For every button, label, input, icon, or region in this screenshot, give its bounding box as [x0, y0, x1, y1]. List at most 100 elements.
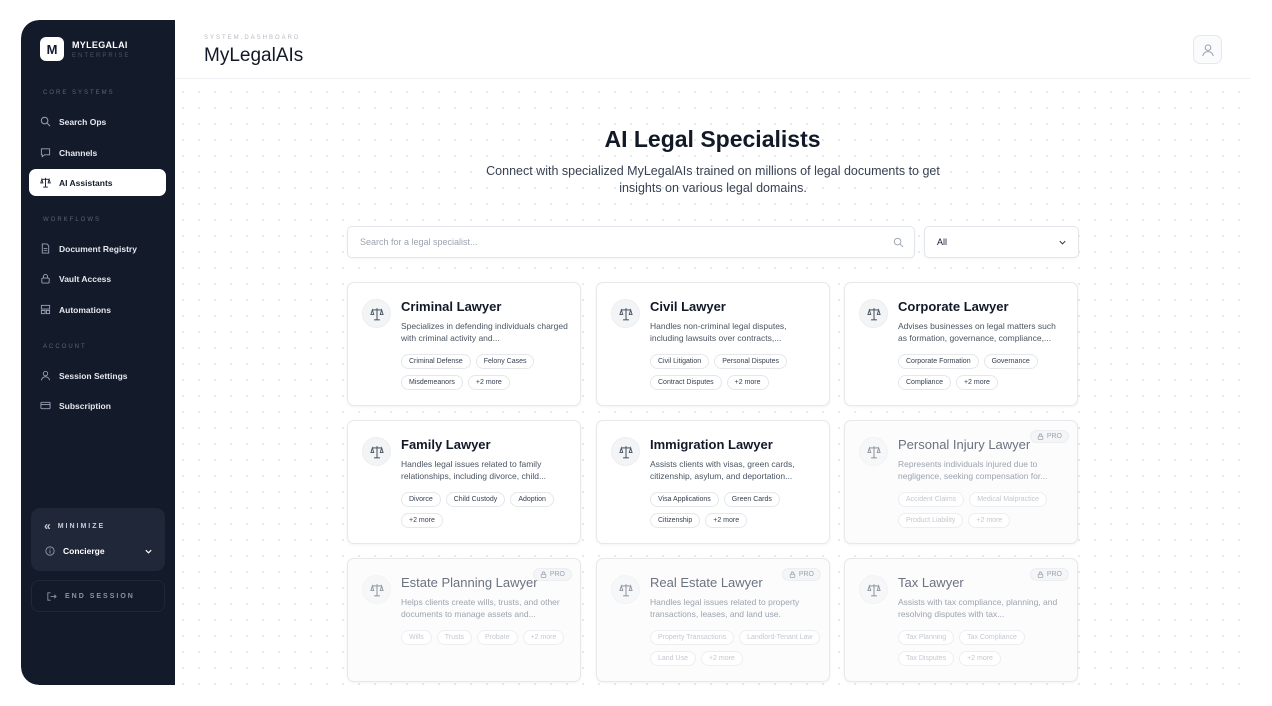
scales-icon: [618, 307, 633, 320]
section-label-core: CORE SYSTEMS: [43, 90, 115, 96]
specialist-card[interactable]: Civil Lawyer Handles non-criminal legal d…: [596, 282, 830, 406]
specialty-tag: Tax Disputes: [898, 651, 955, 666]
specialist-title: Civil Lawyer: [650, 299, 726, 314]
specialty-tag: Personal Disputes: [714, 354, 787, 369]
specialty-tag: Visa Applications: [650, 492, 719, 507]
scales-icon: [866, 307, 881, 320]
end-session-button[interactable]: END SESSION: [31, 580, 165, 612]
search-box: [347, 226, 915, 258]
sidebar-item-channels[interactable]: Channels: [29, 139, 166, 166]
specialist-card[interactable]: Personal Injury Lawyer Represents individ…: [844, 420, 1078, 544]
pro-badge-label: PRO: [798, 571, 814, 578]
user-menu-button[interactable]: [1193, 35, 1222, 64]
sidebar-item-label: Session Settings: [59, 370, 128, 381]
specialist-card[interactable]: Immigration Lawyer Assists clients with v…: [596, 420, 830, 544]
specialty-tags: Corporate Formation Governance Compliance +…: [898, 354, 1073, 390]
category-filter-select[interactable]: All: [924, 226, 1079, 258]
lock-icon: [540, 571, 547, 578]
specialist-icon: [611, 437, 640, 466]
minimize-label: MINIMIZE: [57, 522, 106, 530]
specialist-description: Handles legal issues related to family r…: [401, 459, 547, 481]
specialty-tag: Tax Planning: [898, 630, 955, 645]
scales-icon: [618, 583, 633, 596]
specialist-description: Helps clients create wills, trusts, and …: [401, 597, 560, 619]
concierge-selector[interactable]: Concierge: [45, 546, 153, 556]
specialty-tag: Tax Compliance: [959, 630, 1025, 645]
sidebar-item-subscription[interactable]: Subscription: [29, 392, 166, 419]
pro-badge-label: PRO: [1046, 433, 1062, 440]
pro-badge: PRO: [532, 568, 572, 581]
search-input[interactable]: [360, 237, 880, 247]
specialty-tag: Property Transactions: [650, 630, 735, 645]
sidebar-item-search-ops[interactable]: Search Ops: [29, 108, 166, 135]
specialist-card[interactable]: Family Lawyer Handles legal issues relate…: [347, 420, 581, 544]
pro-badge: PRO: [1029, 430, 1069, 443]
specialist-title: Estate Planning Lawyer: [401, 575, 538, 590]
main-content: SYSTEM.DASHBOARD MyLegalAIs AI Legal Spe…: [175, 20, 1250, 685]
pro-badge-label: PRO: [1046, 571, 1062, 578]
double-chevron-left-icon: «: [44, 519, 51, 533]
specialty-tag: Citizenship: [650, 513, 701, 528]
specialist-description: Represents individuals injured due to ne…: [898, 459, 1048, 481]
specialist-card[interactable]: Criminal Lawyer Specializes in defending …: [347, 282, 581, 406]
scales-icon: [866, 445, 881, 458]
specialty-tag: +2 more: [467, 375, 510, 390]
specialty-tag: Child Custody: [445, 492, 506, 507]
specialist-icon: [362, 299, 391, 328]
specialty-tag: Compliance: [898, 375, 951, 390]
specialty-tag: +2 more: [968, 513, 1011, 528]
specialist-card[interactable]: Estate Planning Lawyer Helps clients crea…: [347, 558, 581, 682]
sidebar-item-document-registry[interactable]: Document Registry: [29, 235, 166, 262]
hero-subtitle: Connect with specialized MyLegalAIs trai…: [486, 164, 940, 195]
specialty-tag: Medical Malpractice: [969, 492, 1048, 507]
end-session-label: END SESSION: [65, 592, 135, 600]
specialty-tag: Adoption: [510, 492, 554, 507]
specialty-tag: Criminal Defense: [401, 354, 471, 369]
specialist-icon: [611, 299, 640, 328]
specialty-tag: +2 more: [959, 651, 1001, 666]
sidebar-item-vault-access[interactable]: Vault Access: [29, 265, 166, 292]
specialist-description: Assists clients with visas, green cards,…: [650, 459, 795, 481]
sidebar-item-session-settings[interactable]: Session Settings: [29, 362, 166, 389]
specialist-description: Handles legal issues related to property…: [650, 597, 800, 619]
brand-logo: M: [40, 37, 64, 61]
specialist-title: Immigration Lawyer: [650, 437, 773, 452]
specialty-tag: +2 more: [401, 513, 443, 528]
specialty-tag: Misdemeanors: [401, 375, 463, 390]
scales-icon: [866, 583, 881, 596]
specialist-title: Real Estate Lawyer: [650, 575, 763, 590]
specialty-tag: Divorce: [401, 492, 441, 507]
specialist-title: Tax Lawyer: [898, 575, 964, 590]
brand[interactable]: M MYLEGALAI ENTERPRISE: [40, 37, 130, 61]
sidebar-item-label: Subscription: [59, 400, 111, 411]
specialist-card[interactable]: Tax Lawyer Assists with tax compliance, p…: [844, 558, 1078, 682]
specialist-card[interactable]: Real Estate Lawyer Handles legal issues r…: [596, 558, 830, 682]
sidebar-item-automations[interactable]: Automations: [29, 296, 166, 323]
specialist-title: Criminal Lawyer: [401, 299, 502, 314]
lock-icon: [1037, 571, 1044, 578]
specialist-icon: [362, 575, 391, 604]
specialist-icon: [611, 575, 640, 604]
section-label-workflows: WORKFLOWS: [43, 217, 101, 223]
lock-icon: [41, 274, 50, 284]
search-icon[interactable]: [893, 237, 904, 248]
specialty-tag: Probate: [476, 630, 518, 645]
specialist-description: Handles non-criminal legal disputes, inc…: [650, 321, 787, 343]
specialist-card[interactable]: Corporate Lawyer Advises businesses on le…: [844, 282, 1078, 406]
specialty-tag: Accident Claims: [898, 492, 965, 507]
specialty-tag: Product Liability: [898, 513, 964, 528]
info-icon: [45, 546, 55, 556]
specialty-tags: Divorce Child Custody Adoption +2 more: [401, 492, 576, 528]
specialty-tag: +2 more: [705, 513, 748, 528]
specialty-tag: Trusts: [436, 630, 472, 645]
user-icon: [1201, 43, 1214, 56]
section-label-account: ACCOUNT: [43, 344, 87, 350]
message-icon: [40, 148, 51, 158]
automation-icon: [40, 304, 51, 315]
minimize-button[interactable]: « MINIMIZE: [44, 519, 105, 533]
specialist-title: Corporate Lawyer: [898, 299, 1009, 314]
sidebar-item-ai-assistants[interactable]: AI Assistants: [29, 169, 166, 196]
specialty-tag: +2 more: [522, 630, 565, 645]
logout-icon: [47, 591, 57, 601]
sidebar-item-label: Automations: [59, 304, 111, 315]
